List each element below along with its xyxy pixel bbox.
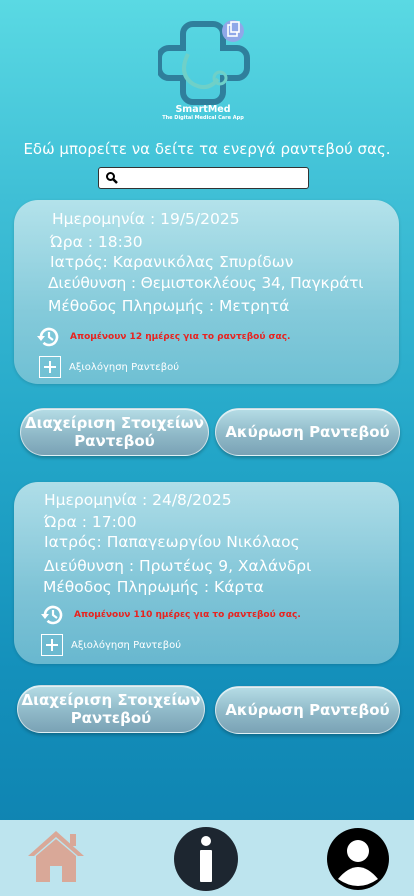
appointment-address: Διεύθυνση : Πρωτέως 9, Χαλάνδρι	[44, 557, 312, 575]
appointment-doctor: Ιατρός: Παπαγεωργίου Νικόλαος	[44, 533, 300, 551]
appointment-doctor: Ιατρός: Καρανικόλας Σπυρίδων	[50, 253, 294, 271]
manage-appointment-button[interactable]: Διαχείριση Στοιχείων Ραντεβού	[17, 685, 205, 733]
remaining-text: Απομένουν 110 ημέρες για το ραντεβού σας…	[74, 610, 301, 620]
rate-label[interactable]: Αξιολόγηση Ραντεβού	[71, 640, 181, 651]
rate-label[interactable]: Αξιολόγηση Ραντεβού	[69, 362, 179, 373]
profile-icon[interactable]	[326, 827, 390, 891]
appointment-date: Ημερομηνία : 24/8/2025	[44, 491, 232, 509]
appointment-time: Ώρα : 18:30	[50, 233, 143, 251]
appointment-date: Ημερομηνία : 19/5/2025	[52, 210, 240, 228]
plus-icon[interactable]	[39, 356, 61, 378]
history-icon	[41, 605, 63, 625]
remaining-days: Απομένουν 12 ημέρες για το ραντεβού σας.	[36, 324, 290, 350]
remaining-text: Απομένουν 12 ημέρες για το ραντεβού σας.	[70, 332, 291, 342]
appointment-payment: Μέθοδος Πληρωμής : Μετρητά	[48, 297, 290, 315]
manage-appointment-button[interactable]: Διαχείριση Στοιχείων Ραντεβού	[20, 408, 209, 456]
appointment-payment: Μέθοδος Πληρωμής : Κάρτα	[43, 578, 264, 596]
plus-icon[interactable]	[41, 634, 63, 656]
appointment-time: Ώρα : 17:00	[44, 513, 137, 531]
appointment-card: Ημερομηνία : 24/8/2025 Ώρα : 17:00 Ιατρό…	[14, 482, 399, 664]
appointment-card: Ημερομηνία : 19/5/2025 Ώρα : 18:30 Ιατρό…	[14, 200, 399, 384]
rate-appointment[interactable]: Αξιολόγηση Ραντεβού	[41, 634, 181, 656]
search-icon	[106, 172, 118, 184]
info-icon[interactable]	[173, 826, 239, 892]
remaining-days: Απομένουν 110 ημέρες για το ραντεβού σας…	[40, 602, 301, 628]
brand-tagline: The Digital Medical Care App	[162, 115, 244, 121]
search-input[interactable]	[123, 170, 303, 186]
history-icon	[37, 327, 59, 347]
search-box[interactable]	[98, 167, 309, 189]
appointment-address: Διεύθυνση : Θεμιστοκλέους 34, Παγκράτι	[48, 274, 364, 292]
home-icon[interactable]	[26, 828, 86, 884]
intro-text: Εδώ μπορείτε να δείτε τα ενεργά ραντεβού…	[23, 140, 391, 158]
cancel-appointment-button[interactable]: Ακύρωση Ραντεβού	[215, 686, 400, 734]
rate-appointment[interactable]: Αξιολόγηση Ραντεβού	[39, 356, 179, 378]
cancel-appointment-button[interactable]: Ακύρωση Ραντεβού	[215, 408, 400, 456]
brand-name: SmartMed	[175, 104, 231, 115]
